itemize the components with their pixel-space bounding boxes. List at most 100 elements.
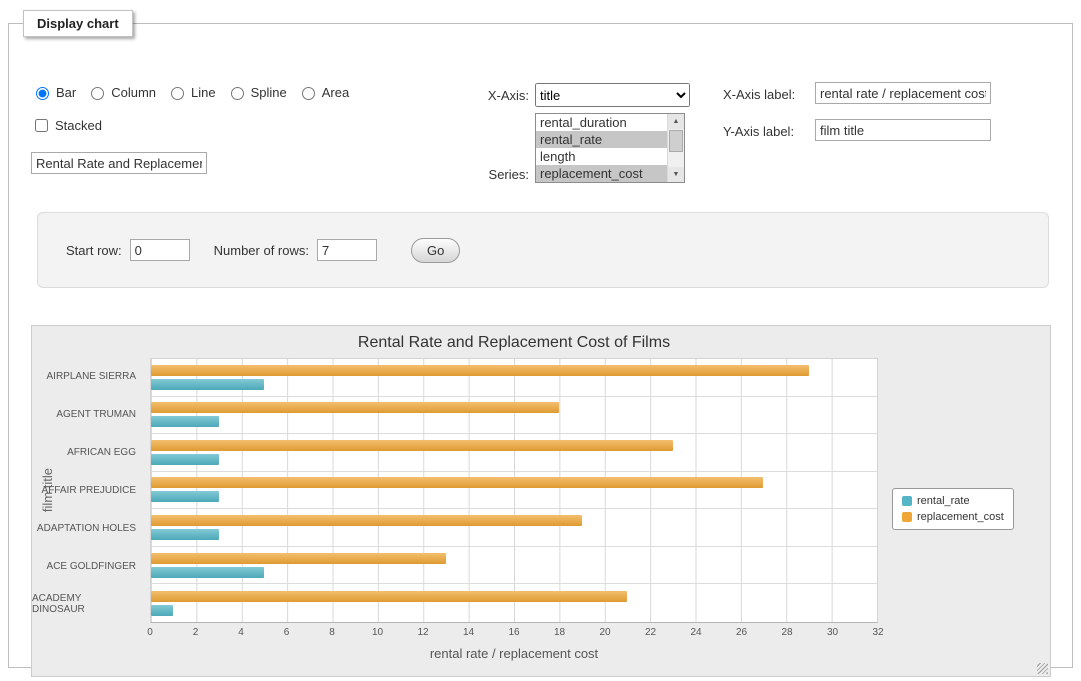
chart-title: Rental Rate and Replacement Cost of Film… [150, 334, 878, 352]
chart-type-option-column[interactable]: Column [86, 84, 156, 100]
x-tick-label: 20 [599, 627, 610, 638]
bar-rental_rate[interactable] [151, 605, 173, 616]
bar-rental_rate[interactable] [151, 491, 219, 502]
x-tick-label: 24 [690, 627, 701, 638]
fieldset-legend: Display chart [23, 10, 133, 37]
chart-legend: rental_rate replacement_cost [892, 488, 1014, 530]
radio-label: Bar [56, 85, 76, 100]
x-tick-label: 32 [872, 627, 883, 638]
x-tick-label: 12 [417, 627, 428, 638]
radio-label: Spline [251, 85, 287, 100]
start-row-input[interactable] [130, 239, 190, 261]
category-label: ACADEMY DINOSAUR [32, 585, 144, 623]
bar-rental_rate[interactable] [151, 379, 264, 390]
category-band [151, 547, 877, 585]
category-label: ACE GOLDFINGER [32, 547, 144, 585]
radio-label: Line [191, 85, 216, 100]
scroll-down-icon[interactable]: ▼ [668, 167, 684, 182]
bar-rental_rate[interactable] [151, 416, 219, 427]
x-axis-select-label: X-Axis: [457, 88, 529, 103]
bar-replacement_cost[interactable] [151, 440, 673, 451]
x-axis-select[interactable]: title [535, 83, 690, 107]
category-label: AIRPLANE SIERRA [32, 358, 144, 396]
display-chart-fieldset: Display chart Bar Column Line Spline Area St… [8, 10, 1073, 668]
x-tick-label: 0 [147, 627, 153, 638]
x-tick-label: 22 [645, 627, 656, 638]
chart-type-option-line[interactable]: Line [166, 84, 216, 100]
chart-title-input[interactable] [31, 152, 207, 174]
x-tick-label: 30 [827, 627, 838, 638]
rows-panel: Start row: Number of rows: Go [37, 212, 1049, 288]
chart-resize-handle[interactable] [1037, 663, 1048, 674]
chart-type-option-spline[interactable]: Spline [226, 84, 287, 100]
num-rows-label: Number of rows: [214, 243, 309, 258]
x-tick-label: 26 [736, 627, 747, 638]
category-label: AFRICAN EGG [32, 434, 144, 472]
bar-rental_rate[interactable] [151, 529, 219, 540]
start-row-label: Start row: [66, 243, 122, 258]
category-labels: AIRPLANE SIERRAAGENT TRUMANAFRICAN EGGAF… [32, 358, 144, 623]
stacked-checkbox[interactable] [35, 119, 48, 132]
radio-line[interactable] [171, 87, 184, 100]
x-tick-label: 2 [193, 627, 199, 638]
series-listbox-label: Series: [457, 167, 529, 182]
radio-bar[interactable] [36, 87, 49, 100]
bar-replacement_cost[interactable] [151, 402, 559, 413]
legend-item-replacement_cost[interactable]: replacement_cost [902, 511, 1004, 523]
category-band [151, 397, 877, 435]
chart: Rental Rate and Replacement Cost of Film… [31, 325, 1051, 677]
scroll-up-icon[interactable]: ▲ [668, 114, 684, 129]
radio-label: Area [322, 85, 349, 100]
y-axis-label-label: Y-Axis label: [723, 124, 794, 139]
category-label: ADAPTATION HOLES [32, 509, 144, 547]
bar-replacement_cost[interactable] [151, 553, 446, 564]
x-axis-title: rental rate / replacement cost [150, 646, 878, 661]
stacked-option[interactable]: Stacked [31, 116, 102, 135]
series-option-length[interactable]: length [536, 148, 667, 165]
x-axis-label-input[interactable] [815, 82, 991, 104]
legend-item-rental_rate[interactable]: rental_rate [902, 495, 1004, 507]
legend-label: rental_rate [917, 495, 970, 507]
bar-rental_rate[interactable] [151, 567, 264, 578]
x-tick-label: 14 [463, 627, 474, 638]
bar-replacement_cost[interactable] [151, 591, 627, 602]
series-option-rental_rate[interactable]: rental_rate [536, 131, 667, 148]
bar-rental_rate[interactable] [151, 454, 219, 465]
legend-label: replacement_cost [917, 511, 1004, 523]
category-band [151, 509, 877, 547]
radio-label: Column [111, 85, 156, 100]
scrollbar-track[interactable] [668, 129, 684, 167]
category-label: AGENT TRUMAN [32, 396, 144, 434]
chart-type-option-area[interactable]: Area [297, 84, 349, 100]
radio-spline[interactable] [231, 87, 244, 100]
category-band [151, 584, 877, 622]
stacked-row: Stacked [31, 116, 112, 135]
x-tick-label: 4 [238, 627, 244, 638]
series-listbox-items: rental_durationrental_ratelengthreplacem… [536, 114, 667, 182]
series-option-replacement_cost[interactable]: replacement_cost [536, 165, 667, 182]
series-option-rental_duration[interactable]: rental_duration [536, 114, 667, 131]
series-listbox[interactable]: rental_durationrental_ratelengthreplacem… [535, 113, 685, 183]
radio-column[interactable] [91, 87, 104, 100]
bar-replacement_cost[interactable] [151, 515, 582, 526]
series-listbox-scrollbar[interactable]: ▲ ▼ [667, 114, 684, 182]
bar-replacement_cost[interactable] [151, 477, 763, 488]
y-axis-label-input[interactable] [815, 119, 991, 141]
category-band [151, 472, 877, 510]
x-tick-label: 10 [372, 627, 383, 638]
chart-type-option-bar[interactable]: Bar [31, 84, 76, 100]
radio-area[interactable] [302, 87, 315, 100]
num-rows-input[interactable] [317, 239, 377, 261]
go-button[interactable]: Go [411, 238, 460, 263]
chart-type-radios: Bar Column Line Spline Area [31, 84, 359, 103]
category-label: AFFAIR PREJUDICE [32, 472, 144, 510]
plot-area [150, 358, 878, 623]
x-tick-label: 8 [329, 627, 335, 638]
x-tick-label: 28 [781, 627, 792, 638]
bar-replacement_cost[interactable] [151, 365, 809, 376]
x-tick-label: 16 [508, 627, 519, 638]
x-ticks: 02468101214161820222426283032 [150, 627, 878, 641]
scrollbar-thumb[interactable] [669, 130, 683, 152]
category-band [151, 434, 877, 472]
stacked-label: Stacked [55, 118, 102, 133]
